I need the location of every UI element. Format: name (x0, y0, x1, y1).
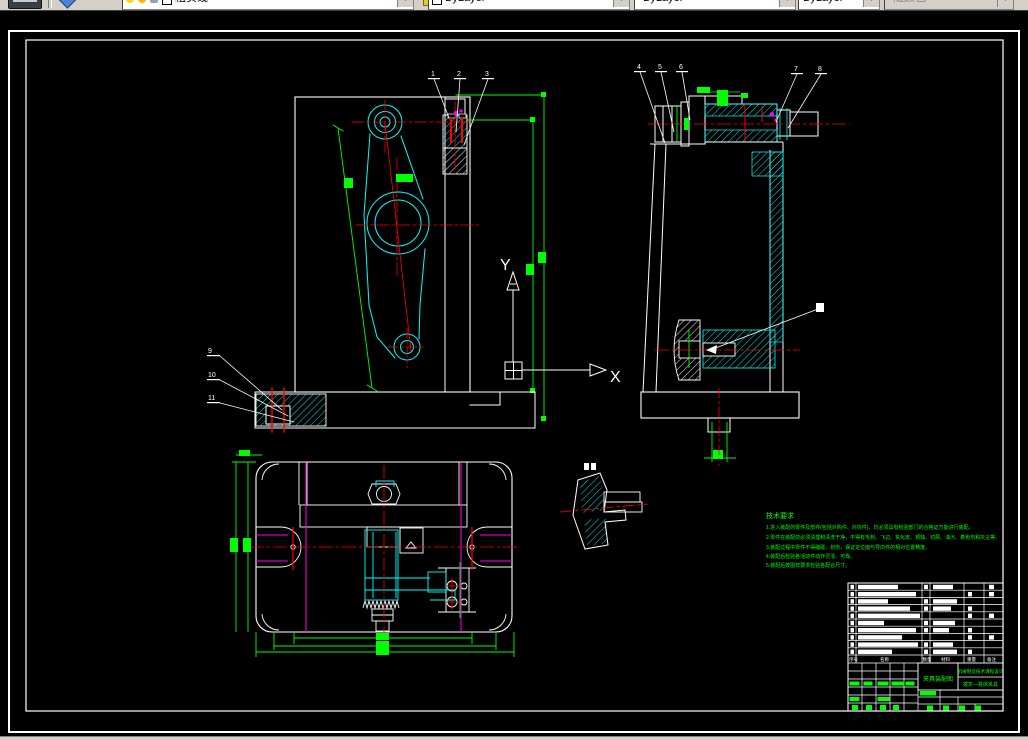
balloon-number: 5 (658, 64, 662, 71)
current-color-chip (432, 0, 442, 5)
layer-color-chip (162, 0, 172, 5)
layers-properties-toolbar: 粗实线 ▾ ByLayer ▾ ByLayer ▾ ByLayer ▾ 随颜色 … (0, 0, 1028, 11)
toolbar-separator (48, 0, 52, 8)
view-front: 1 2 3 9 10 11 (207, 71, 546, 433)
note-line: 1.进入装配的零件及部件(包括外购件、外协件)，均必须具有检验部门的合格证方能进… (766, 524, 974, 531)
note-line: 5.装配后按图样要求检验各配合尺寸。 (766, 562, 850, 569)
layer-name-text: 粗实线 (175, 0, 208, 4)
view-plan (230, 450, 518, 657)
note-line: 2.零件在装配前必须清理和清洗干净，不得有毛刺、飞边、氧化皮、锈蚀、切屑、油污、… (766, 534, 1000, 541)
note-line: 4.装配后检验各活动件动作灵活、可靠。 (766, 553, 855, 560)
title-block-school: 机械制造技术课程设计 (958, 668, 1004, 675)
title-block-part: 拨叉—铣床夹具 (963, 681, 998, 688)
balloon-number: 3 (485, 71, 489, 78)
linetype-dropdown[interactable]: ByLayer ▾ (634, 0, 796, 10)
balloon-number: 9 (208, 348, 212, 355)
layer-properties-button[interactable] (56, 0, 78, 9)
drawing-title: 夹具装配图 (923, 675, 953, 683)
bom-header: 序号 (849, 656, 858, 663)
balloon-number: 7 (794, 66, 798, 73)
bom-header: 名称 (880, 656, 889, 663)
layer-dropdown[interactable]: 粗实线 ▾ (122, 0, 414, 10)
balloon-number: 11 (208, 395, 215, 402)
dimension-text-blobs (684, 87, 748, 459)
color-dropdown[interactable]: ByLayer ▾ (428, 0, 630, 10)
view-detail-lug (559, 463, 649, 550)
bom-header: 材料 (941, 656, 950, 663)
balloon-number: 8 (818, 66, 822, 73)
dropdown-arrow-icon: ▾ (997, 0, 1013, 7)
view-side: 4 5 6 7 8 (634, 64, 850, 466)
ucs-x-label: X (610, 369, 621, 386)
color-value-text: ByLayer (445, 0, 485, 4)
balloon-number: 10 (208, 372, 216, 379)
title-block-text-blobs (849, 681, 981, 711)
bom-header: 重量 (967, 656, 976, 663)
window-bottom-edge (0, 736, 1028, 740)
balloon-number: 6 (679, 64, 683, 71)
linetype-value-text: ByLayer (643, 0, 683, 8)
dropdown-arrow-icon[interactable]: ▾ (779, 0, 795, 7)
leader-label-blob (816, 303, 824, 312)
layer-on-bulb-icon[interactable] (126, 0, 134, 3)
balloon-number: 1 (431, 71, 435, 78)
balloon-number: 2 (457, 71, 461, 78)
bom-header: 备注 (987, 656, 996, 663)
lineweight-dropdown[interactable]: ByLayer ▾ (798, 0, 880, 10)
layers-icon (57, 0, 77, 9)
dropdown-arrow-icon[interactable]: ▾ (397, 0, 413, 7)
layer-lock-icon[interactable] (150, 0, 158, 3)
ucs-icon: Y X (500, 257, 621, 386)
plot-style-value-text: 随颜色 (893, 0, 926, 8)
toolbar-partial-icon[interactable] (8, 0, 42, 9)
notes-title: 技术要求 (766, 511, 794, 520)
sheet-frame (8, 30, 1020, 733)
layer-freeze-sun-icon[interactable] (138, 0, 146, 3)
bom-table: 序号 名称 数量 材料 重量 备注 (847, 582, 1004, 664)
lineweight-value-text: ByLayer (803, 0, 843, 8)
bom-header: 数量 (923, 656, 932, 663)
technical-notes: 技术要求 1.进入装配的零件及部件(包括外购件、外协件)，均必须具有检验部门的合… (766, 511, 1000, 569)
plot-style-dropdown: 随颜色 ▾ (884, 0, 1014, 10)
note-line: 3.装配过程中零件不得磕碰、划伤，保证定位面与导向件的相对位置精度。 (766, 544, 930, 551)
dropdown-arrow-icon[interactable]: ▾ (863, 0, 879, 7)
balloon-number: 4 (637, 64, 641, 71)
cad-model-canvas[interactable]: 1 2 3 9 10 11 4 5 6 7 8 Y X 技术要求 1.进入装配的… (0, 0, 1028, 740)
ucs-y-label: Y (500, 257, 511, 274)
dropdown-arrow-icon[interactable]: ▾ (613, 0, 629, 7)
